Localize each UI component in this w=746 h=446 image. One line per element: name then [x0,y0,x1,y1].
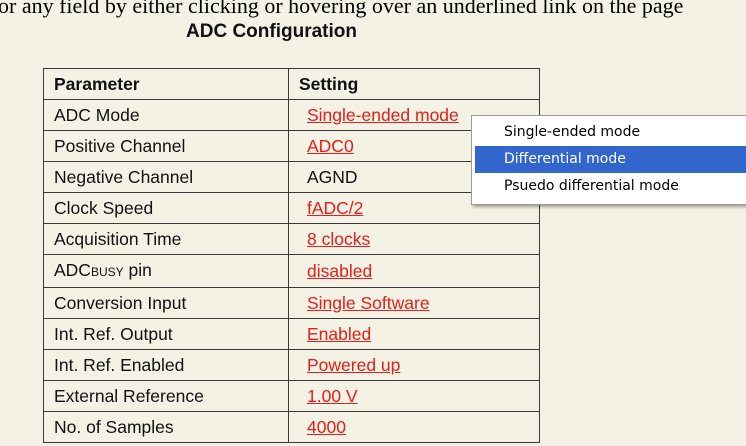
int-ref-enabled-link[interactable]: Powered up [307,355,400,375]
table-header-row: Parameter Setting [43,68,540,100]
table-row: ADCBUSY pin disabled [43,254,540,288]
param-no-of-samples: No. of Samples [43,411,289,443]
setting-cell: 8 clocks [288,223,540,255]
param-negative-channel: Negative Channel [43,161,289,193]
setting-cell: Single Software [288,287,540,319]
param-adc-mode: ADC Mode [43,99,289,131]
param-acquisition-time: Acquisition Time [43,223,289,255]
table-row: Negative Channel AGND [43,161,540,193]
table-row: ADC Mode Single-ended mode [43,99,540,131]
table-row: External Reference 1.00 V [43,380,540,412]
table-row: Int. Ref. Output Enabled [43,318,540,350]
setting-cell: 4000 [288,411,540,443]
dropdown-option-pseudo-differential[interactable]: Psuedo differential mode [472,173,746,200]
setting-cell: Powered up [288,349,540,381]
param-adc-busy-suffix: pin [123,260,152,280]
param-int-ref-enabled: Int. Ref. Enabled [43,349,289,381]
external-reference-link[interactable]: 1.00 V [307,386,358,406]
setting-cell: disabled [288,254,540,288]
setting-cell: Enabled [288,318,540,350]
table-row: Clock Speed fADC/2 [43,192,540,224]
adc-config-table: Parameter Setting ADC Mode Single-ended … [43,68,540,443]
adc-mode-link[interactable]: Single-ended mode [307,105,459,125]
param-conversion-input: Conversion Input [43,287,289,319]
table-row: Positive Channel ADC0 [43,130,540,162]
param-positive-channel: Positive Channel [43,130,289,162]
param-adc-busy-pin: ADCBUSY pin [43,254,289,288]
parameter-column-header: Parameter [43,68,289,100]
dropdown-option-differential[interactable]: Differential mode [475,146,746,173]
int-ref-output-link[interactable]: Enabled [307,324,371,344]
setting-cell: 1.00 V [288,380,540,412]
table-row: Conversion Input Single Software [43,287,540,319]
adc-mode-dropdown[interactable]: Single-ended mode Differential mode Psue… [471,115,746,205]
table-row: Int. Ref. Enabled Powered up [43,349,540,381]
intro-text: or any field by either clicking or hover… [0,0,684,18]
adc-busy-pin-link[interactable]: disabled [307,261,372,281]
param-adc-busy-subscript: BUSY [90,265,124,279]
conversion-input-link[interactable]: Single Software [307,293,430,313]
negative-channel-value: AGND [307,167,358,187]
positive-channel-link[interactable]: ADC0 [307,136,354,156]
setting-column-header: Setting [288,68,540,100]
param-adc-busy-prefix: ADC [54,260,91,280]
param-int-ref-output: Int. Ref. Output [43,318,289,350]
section-title: ADC Configuration [186,21,357,42]
table-row: Acquisition Time 8 clocks [43,223,540,255]
clock-speed-link[interactable]: fADC/2 [307,198,363,218]
param-clock-speed: Clock Speed [43,192,289,224]
param-external-reference: External Reference [43,380,289,412]
acquisition-time-link[interactable]: 8 clocks [307,229,370,249]
dropdown-option-single-ended[interactable]: Single-ended mode [472,119,746,146]
no-of-samples-link[interactable]: 4000 [307,417,346,437]
table-row: No. of Samples 4000 [43,411,540,443]
